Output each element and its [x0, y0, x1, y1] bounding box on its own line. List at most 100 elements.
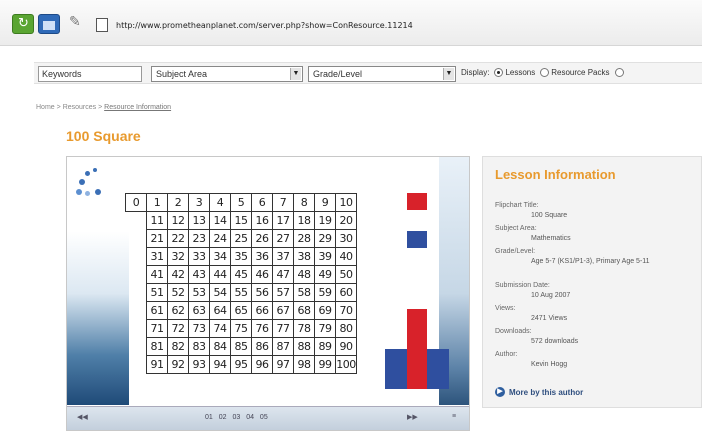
grade-level-select[interactable]: Grade/Level ▼ [308, 66, 456, 82]
grid-cell[interactable]: 88 [293, 337, 315, 356]
grid-cell[interactable]: 22 [167, 229, 189, 248]
grid-cell[interactable]: 28 [293, 229, 315, 248]
grid-cell[interactable]: 30 [335, 229, 357, 248]
blue-square[interactable] [407, 231, 427, 248]
grid-cell[interactable]: 53 [188, 283, 210, 302]
grid-cell[interactable]: 98 [293, 355, 315, 374]
grid-cell[interactable]: 0 [125, 193, 147, 212]
grid-cell[interactable]: 14 [209, 211, 231, 230]
grid-cell[interactable]: 12 [167, 211, 189, 230]
grid-cell[interactable]: 15 [230, 211, 252, 230]
grid-cell[interactable]: 80 [335, 319, 357, 338]
grid-cell[interactable]: 99 [314, 355, 336, 374]
previous-icon[interactable]: ◀◀ [77, 413, 88, 421]
grid-cell[interactable]: 49 [314, 265, 336, 284]
url-text[interactable]: http://www.prometheanplanet.com/server.p… [116, 21, 413, 30]
grid-cell[interactable]: 83 [188, 337, 210, 356]
grid-cell[interactable]: 23 [188, 229, 210, 248]
red-block[interactable] [407, 309, 427, 389]
hundred-square-grid[interactable]: 0 1 2 3 4 5 6 7 8 9 10 11 12 13 14 15 16 17 18 19 20 21 22 23 24… [125, 193, 357, 374]
grid-cell[interactable]: 16 [251, 211, 273, 230]
breadcrumb-resources[interactable]: Resources [63, 104, 96, 111]
grid-cell[interactable]: 39 [314, 247, 336, 266]
grid-cell[interactable]: 56 [251, 283, 273, 302]
save-icon[interactable] [38, 14, 60, 34]
grid-cell[interactable]: 97 [272, 355, 294, 374]
grid-cell[interactable]: 19 [314, 211, 336, 230]
address-bar[interactable]: http://www.prometheanplanet.com/server.p… [96, 15, 696, 35]
breadcrumb-home[interactable]: Home [36, 104, 55, 111]
grid-cell[interactable]: 34 [209, 247, 231, 266]
grid-cell[interactable]: 70 [335, 301, 357, 320]
grid-cell[interactable]: 89 [314, 337, 336, 356]
lessons-radio-label[interactable]: Lessons [505, 68, 535, 77]
grid-cell[interactable]: 48 [293, 265, 315, 284]
page-numbers[interactable]: 01 02 03 04 05 [205, 414, 268, 421]
grid-cell[interactable]: 65 [230, 301, 252, 320]
grid-cell[interactable]: 7 [272, 193, 294, 212]
grid-cell[interactable]: 78 [293, 319, 315, 338]
grid-cell[interactable]: 60 [335, 283, 357, 302]
grid-cell[interactable]: 73 [188, 319, 210, 338]
flipchart-viewer[interactable]: 0 1 2 3 4 5 6 7 8 9 10 11 12 13 14 15 16 17 18 19 20 21 22 23 24… [66, 156, 470, 431]
grid-cell[interactable]: 64 [209, 301, 231, 320]
grid-cell[interactable]: 94 [209, 355, 231, 374]
grid-cell[interactable]: 10 [335, 193, 357, 212]
grid-cell[interactable]: 43 [188, 265, 210, 284]
grid-cell[interactable]: 57 [272, 283, 294, 302]
grid-cell[interactable]: 66 [251, 301, 273, 320]
edit-icon[interactable] [66, 14, 86, 34]
more-by-author-link[interactable]: ▶ More by this author [495, 387, 583, 397]
grid-cell[interactable]: 92 [167, 355, 189, 374]
grid-cell[interactable]: 36 [251, 247, 273, 266]
grid-cell[interactable]: 75 [230, 319, 252, 338]
grid-cell[interactable]: 63 [188, 301, 210, 320]
grid-cell[interactable]: 72 [167, 319, 189, 338]
grid-cell[interactable]: 11 [146, 211, 168, 230]
grid-cell[interactable]: 17 [272, 211, 294, 230]
grid-cell[interactable]: 50 [335, 265, 357, 284]
grid-cell[interactable]: 4 [209, 193, 231, 212]
menu-icon[interactable]: ≡ [452, 413, 456, 420]
resource-packs-radio-label[interactable]: Resource Packs [551, 68, 609, 77]
grid-cell[interactable]: 79 [314, 319, 336, 338]
grid-cell[interactable]: 82 [167, 337, 189, 356]
lessons-radio[interactable] [494, 68, 504, 77]
chevron-down-icon[interactable]: ▼ [443, 68, 454, 80]
grid-cell[interactable]: 6 [251, 193, 273, 212]
grid-cell[interactable]: 62 [167, 301, 189, 320]
subject-area-select[interactable]: Subject Area ▼ [151, 66, 303, 82]
grid-cell[interactable]: 96 [251, 355, 273, 374]
grid-cell[interactable]: 5 [230, 193, 252, 212]
grid-cell[interactable]: 58 [293, 283, 315, 302]
red-square[interactable] [407, 193, 427, 210]
grid-cell[interactable]: 55 [230, 283, 252, 302]
grid-cell[interactable]: 38 [293, 247, 315, 266]
grid-cell[interactable]: 59 [314, 283, 336, 302]
grid-cell[interactable]: 29 [314, 229, 336, 248]
grid-cell[interactable]: 77 [272, 319, 294, 338]
grid-cell[interactable]: 18 [293, 211, 315, 230]
grid-cell[interactable]: 51 [146, 283, 168, 302]
more-by-author-label[interactable]: More by this author [509, 388, 583, 397]
grid-cell[interactable]: 52 [167, 283, 189, 302]
next-icon[interactable]: ▶▶ [407, 413, 418, 421]
grid-cell[interactable]: 74 [209, 319, 231, 338]
grid-cell[interactable]: 9 [314, 193, 336, 212]
chevron-down-icon[interactable]: ▼ [290, 68, 301, 80]
grid-cell[interactable]: 33 [188, 247, 210, 266]
grid-cell[interactable]: 25 [230, 229, 252, 248]
grid-cell[interactable]: 69 [314, 301, 336, 320]
grid-cell[interactable]: 41 [146, 265, 168, 284]
grid-cell[interactable]: 13 [188, 211, 210, 230]
extra-radio[interactable] [614, 68, 624, 77]
grid-cell[interactable]: 86 [251, 337, 273, 356]
grid-cell[interactable]: 61 [146, 301, 168, 320]
refresh-icon[interactable] [12, 14, 34, 34]
keywords-input[interactable]: Keywords [38, 66, 142, 82]
grid-cell[interactable]: 93 [188, 355, 210, 374]
grid-cell[interactable]: 47 [272, 265, 294, 284]
grid-cell[interactable]: 44 [209, 265, 231, 284]
grid-cell[interactable]: 95 [230, 355, 252, 374]
grid-cell[interactable]: 46 [251, 265, 273, 284]
